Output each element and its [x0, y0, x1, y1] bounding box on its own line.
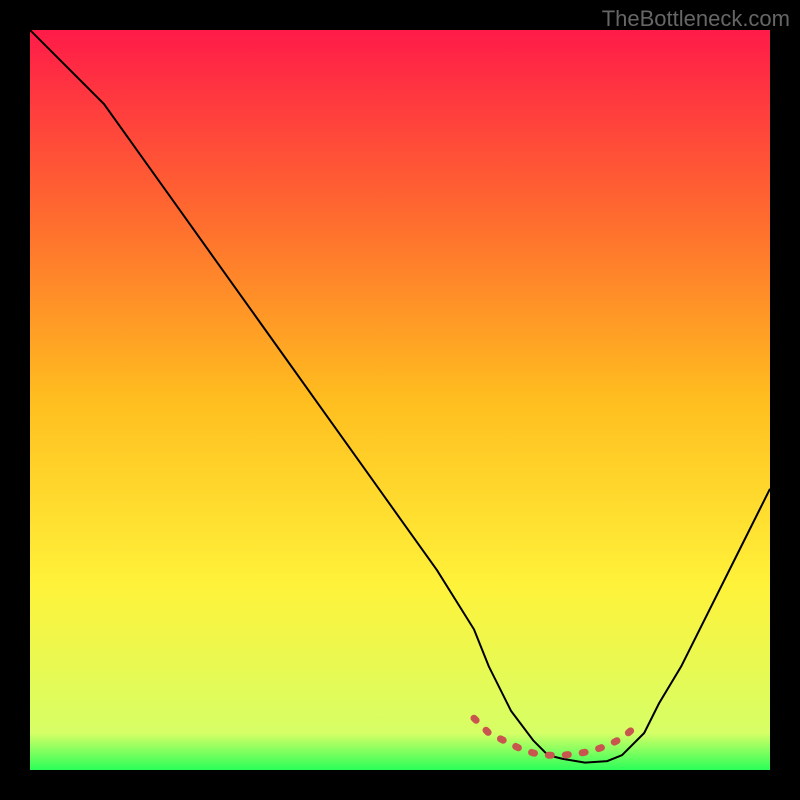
- watermark-text: TheBottleneck.com: [602, 6, 790, 32]
- chart-background: [30, 30, 770, 770]
- chart-plot-area: [30, 30, 770, 770]
- chart-svg: [30, 30, 770, 770]
